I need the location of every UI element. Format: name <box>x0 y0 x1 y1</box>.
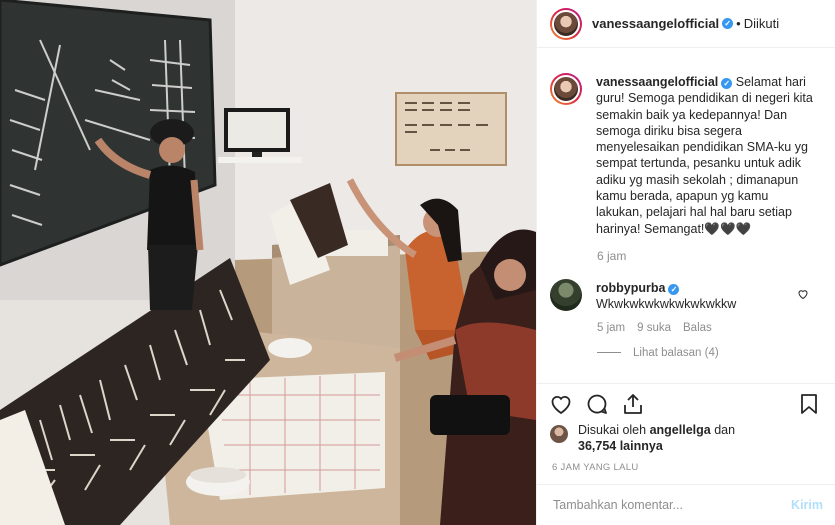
caption: vanessaangelofficial ✓ Selamat hari guru!… <box>550 60 823 237</box>
action-bar <box>537 383 835 423</box>
comment-text: robbypurba ✓ Wkwkwkwkwkwkwkwkkw <box>596 280 796 312</box>
comment-input[interactable]: Tambahkan komentar... <box>553 498 791 512</box>
commenter-username[interactable]: robbypurba <box>596 281 665 295</box>
add-comment-bar: Tambahkan komentar... Kirim <box>537 484 835 525</box>
likes-text: Disukai oleh angellelga dan 36,754 lainn… <box>578 422 735 454</box>
author-avatar[interactable] <box>550 7 582 40</box>
caption-time: 6 jam <box>597 248 627 263</box>
comment: robbypurba ✓ Wkwkwkwkwkwkwkwkkw <box>550 275 823 312</box>
post-photo[interactable] <box>0 0 536 525</box>
classroom-photo <box>0 0 536 525</box>
comment-like-heart-icon[interactable] <box>797 288 809 300</box>
likes-prefix: Disukai oleh <box>578 423 647 437</box>
liker-username[interactable]: angellelga <box>650 423 711 437</box>
comments-section: vanessaangelofficial ✓ Selamat hari guru!… <box>537 60 835 384</box>
share-icon[interactable] <box>621 392 645 416</box>
separator-dot: • <box>736 16 741 31</box>
comment-time: 5 jam <box>597 321 626 334</box>
verified-icon: ✓ <box>721 78 733 89</box>
replies-line <box>597 352 621 354</box>
comment-meta: 5 jam 9 suka Balas <box>597 322 823 334</box>
verified-icon: ✓ <box>668 283 680 295</box>
view-replies-button[interactable]: Lihat balasan (4) <box>597 347 823 359</box>
verified-icon: ✓ <box>722 18 734 29</box>
post-comment-button[interactable]: Kirim <box>791 498 823 512</box>
comment-body: Wkwkwkwkwkwkwkwkkw <box>596 296 737 311</box>
heart-icon[interactable] <box>549 392 573 416</box>
post-timestamp: 6 JAM YANG LALU <box>552 462 639 473</box>
bookmark-icon[interactable] <box>797 392 821 416</box>
likes-summary: Disukai oleh angellelga dan 36,754 lainn… <box>550 422 830 454</box>
comment-likes[interactable]: 9 suka <box>637 322 671 334</box>
author-username[interactable]: vanessaangelofficial <box>592 16 719 31</box>
likes-middle: dan <box>714 423 736 437</box>
post-header: vanessaangelofficial ✓ • Diikuti <box>537 0 835 48</box>
commenter-avatar[interactable] <box>550 278 582 311</box>
liker-avatar[interactable] <box>550 425 568 443</box>
caption-body: Selamat hari guru! Semoga pendidikan di … <box>596 75 813 236</box>
following-button[interactable]: Diikuti <box>744 16 779 31</box>
reply-button[interactable]: Balas <box>683 322 712 334</box>
caption-username[interactable]: vanessaangelofficial <box>596 75 718 89</box>
view-replies-label: Lihat balasan (4) <box>633 346 719 359</box>
likes-count[interactable]: 36,754 lainnya <box>578 439 663 453</box>
caption-text: vanessaangelofficial ✓ Selamat hari guru!… <box>596 74 818 237</box>
caption-avatar[interactable] <box>550 73 582 105</box>
comment-icon[interactable] <box>585 392 609 416</box>
post-sidebar: vanessaangelofficial ✓ • Diikuti vanessa… <box>536 0 835 525</box>
